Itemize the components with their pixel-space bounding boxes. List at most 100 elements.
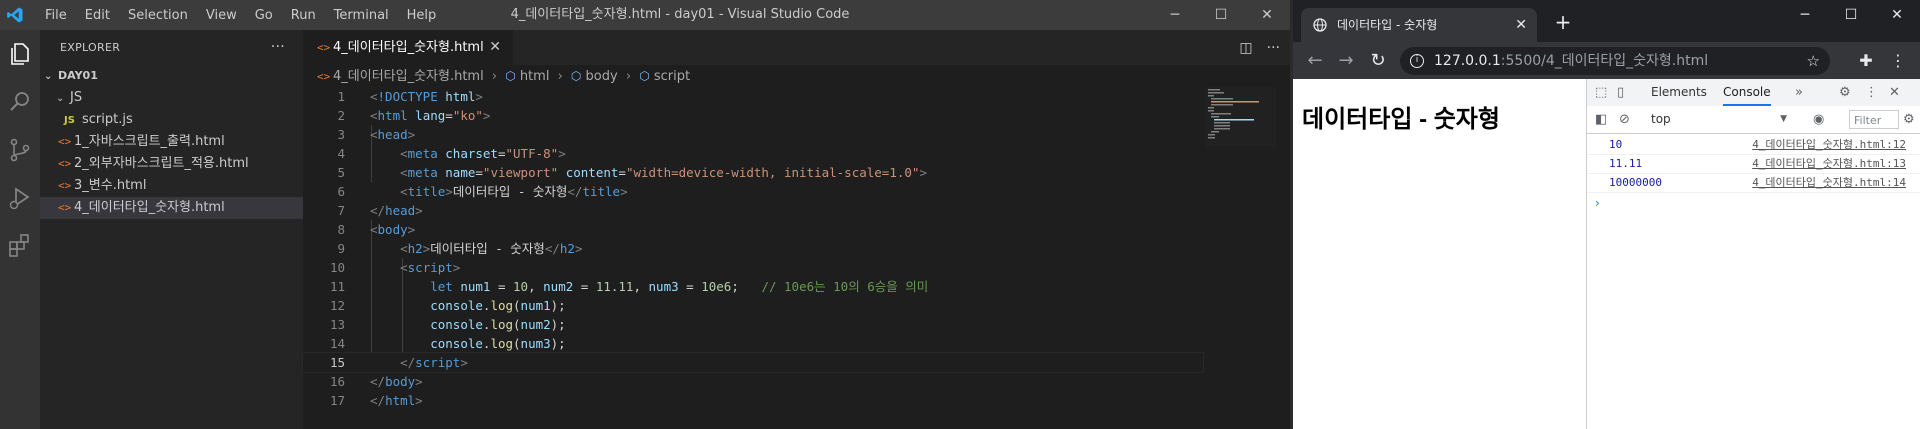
code-line: 10 <script> — [329, 260, 461, 275]
more-actions-icon[interactable]: ··· — [1267, 40, 1280, 56]
close-tab-icon[interactable]: ✕ — [1515, 8, 1527, 42]
clear-console-icon[interactable]: ⊘ — [1619, 106, 1630, 133]
menu-view[interactable]: View — [197, 8, 246, 23]
file-html-3[interactable]: <> 3_변수.html — [40, 175, 303, 197]
back-icon[interactable]: ← — [1302, 48, 1328, 74]
maximize-icon[interactable]: ☐ — [1828, 0, 1874, 30]
sidebar-toggle-icon[interactable]: ◧ — [1595, 106, 1607, 133]
log-source-link[interactable]: 4_데이터타입_숫자형.html:14 — [1752, 173, 1906, 192]
folder-label: JS — [70, 90, 83, 105]
console-prompt[interactable]: › — [1595, 196, 1600, 210]
breadcrumb-html[interactable]: html — [520, 69, 550, 84]
code-editor[interactable]: 1 <!DOCTYPE html> 2 <html lang="ko"> 3 <hea… — [302, 87, 1204, 410]
minimap[interactable] — [1206, 87, 1276, 147]
more-actions-icon[interactable]: ··· — [271, 30, 285, 65]
menu-terminal[interactable]: Terminal — [325, 8, 398, 23]
menu-run[interactable]: Run — [282, 8, 325, 23]
explorer-header: EXPLORER ··· — [40, 30, 303, 65]
extensions-icon[interactable] — [6, 232, 34, 260]
element-icon: ⬡ — [570, 69, 582, 83]
explorer-files-icon[interactable] — [6, 40, 34, 68]
minimize-icon[interactable]: ─ — [1152, 0, 1198, 30]
code-line: 8 <body> — [337, 222, 416, 237]
close-window-icon[interactable]: ✕ — [1244, 0, 1290, 30]
new-tab-button[interactable]: + — [1549, 8, 1577, 36]
file-label: 4_데이터타입_숫자형.html — [74, 200, 225, 215]
devtools-menu-icon[interactable]: ⋮ — [1865, 79, 1878, 106]
chevron-down-icon: ⌄ — [56, 93, 65, 104]
code-line: 3 <head> — [337, 127, 416, 142]
menu-file[interactable]: File — [36, 8, 76, 23]
source-control-icon[interactable] — [6, 136, 34, 164]
settings-gear-icon[interactable]: ⚙ — [1839, 79, 1851, 106]
globe-icon — [1313, 18, 1327, 32]
file-html-1[interactable]: <> 1_자바스크립트_출력.html — [40, 131, 303, 153]
forward-icon[interactable]: → — [1333, 48, 1359, 74]
extensions-puzzle-icon[interactable]: ✚ — [1853, 48, 1879, 74]
tab-elements[interactable]: Elements — [1651, 79, 1707, 106]
maximize-icon[interactable]: ☐ — [1198, 0, 1244, 30]
file-label: 2_외부자바스크립트_적용.html — [74, 156, 249, 171]
tab-active-file[interactable]: <> 4_데이터타입_숫자형.html ✕ — [303, 30, 513, 65]
run-debug-icon[interactable] — [6, 184, 34, 212]
browser-menu-icon[interactable]: ⋮ — [1888, 48, 1908, 74]
code-line: 17 </html> — [329, 393, 423, 408]
breadcrumb-file[interactable]: 4_데이터타입_숫자형.html — [333, 69, 484, 84]
file-html-4-selected[interactable]: <> 4_데이터타입_숫자형.html — [40, 197, 303, 219]
search-icon[interactable] — [6, 88, 34, 116]
console-log-row: 11.11 4_데이터타입_숫자형.html:13 — [1587, 154, 1920, 174]
menu-go[interactable]: Go — [246, 8, 282, 23]
split-editor-icon[interactable]: ◫ — [1239, 40, 1252, 56]
devtools-panel: ⬚ ▯ Elements Console » ⚙ ⋮ ✕ ◧ ⊘ top ▼ ◉… — [1586, 79, 1920, 429]
html-file-icon: <> — [317, 41, 331, 54]
context-value: top — [1651, 112, 1671, 126]
tab-strip: 데이터타입 - 숫자형 ✕ + ─ ☐ ✕ — [1293, 0, 1920, 42]
chevron-right-icon: › — [557, 69, 563, 84]
context-selector[interactable]: top ▼ — [1651, 110, 1787, 129]
site-info-icon[interactable]: i — [1410, 54, 1424, 68]
console-settings-gear-icon[interactable]: ⚙ — [1903, 106, 1915, 133]
explorer-title: EXPLORER — [60, 41, 121, 54]
browser-tab[interactable]: 데이터타입 - 숫자형 ✕ — [1301, 8, 1537, 42]
live-expression-eye-icon[interactable]: ◉ — [1813, 106, 1824, 133]
element-icon: ⬡ — [505, 69, 516, 83]
folder-day01[interactable]: ⌄ DAY01 — [40, 65, 303, 87]
page-heading: 데이터타입 - 숫자형 — [1302, 106, 1500, 133]
web-page: 데이터타입 - 숫자형 — [1293, 79, 1586, 429]
console-toolbar: ◧ ⊘ top ▼ ◉ Filter ⚙ — [1587, 106, 1920, 134]
html-file-icon: <> — [58, 201, 72, 214]
inspect-element-icon[interactable]: ⬚ — [1595, 79, 1607, 106]
element-icon: ⬡ — [639, 69, 650, 83]
close-devtools-icon[interactable]: ✕ — [1889, 79, 1900, 106]
file-script-js[interactable]: JS script.js — [40, 109, 303, 131]
code-line: 11 let num1 = 10, num2 = 11.11, num3 = 1… — [329, 279, 929, 294]
reload-icon[interactable]: ↻ — [1365, 48, 1391, 74]
menu-selection[interactable]: Selection — [119, 8, 197, 23]
close-tab-icon[interactable]: ✕ — [489, 30, 501, 65]
breadcrumb-script[interactable]: script — [654, 69, 690, 84]
editor-area: <> 4_데이터타입_숫자형.html ✕ ◫ ··· <> 4_데이터타입_숫자형… — [302, 30, 1290, 429]
more-tabs-icon[interactable]: » — [1795, 79, 1803, 106]
log-source-link[interactable]: 4_데이터타입_숫자형.html:13 — [1752, 154, 1906, 173]
folder-js[interactable]: ⌄ JS — [40, 87, 303, 109]
breadcrumb-body[interactable]: body — [586, 69, 618, 84]
bookmark-star-icon[interactable]: ☆ — [1807, 47, 1820, 75]
address-bar[interactable]: i 127.0.0.1:5500/4_데이터타입_숫자형.html ☆ — [1400, 47, 1830, 75]
log-source-link[interactable]: 4_데이터타입_숫자형.html:12 — [1752, 135, 1906, 154]
chevron-right-icon: › — [625, 69, 632, 84]
code-line: 9 <h2>데이터타입 - 숫자형</h2> — [337, 241, 583, 256]
tab-console[interactable]: Console — [1723, 79, 1771, 106]
tab-label: 4_데이터타입_숫자형.html — [333, 40, 484, 55]
editor-tabs: <> 4_데이터타입_숫자형.html ✕ ◫ ··· — [303, 30, 1290, 65]
console-log-row: 10 4_데이터타입_숫자형.html:12 — [1587, 135, 1920, 155]
file-html-2[interactable]: <> 2_외부자바스크립트_적용.html — [40, 153, 303, 175]
js-file-icon: JS — [64, 115, 75, 126]
device-toolbar-icon[interactable]: ▯ — [1617, 79, 1624, 106]
console-filter-input[interactable]: Filter — [1849, 110, 1899, 129]
code-line: 16 </body> — [329, 374, 423, 389]
code-line: 5 <meta name="viewport" content="width=d… — [337, 165, 927, 180]
close-window-icon[interactable]: ✕ — [1874, 0, 1920, 30]
vscode-logo-icon — [7, 7, 23, 23]
menu-edit[interactable]: Edit — [76, 8, 119, 23]
minimize-icon[interactable]: ─ — [1782, 0, 1828, 30]
